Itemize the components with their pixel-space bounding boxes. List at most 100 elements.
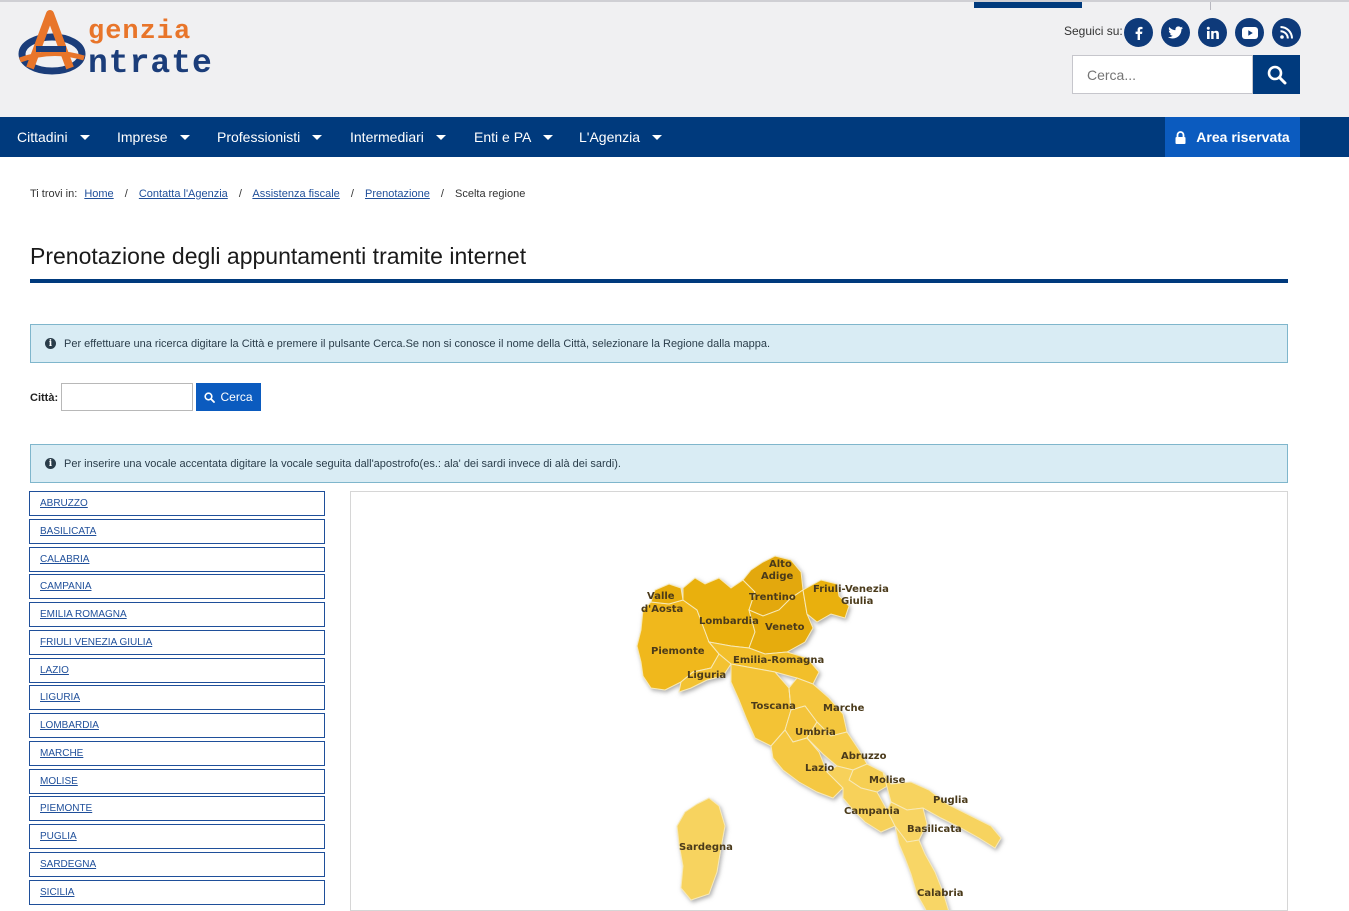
caret-down-icon: [435, 134, 446, 140]
map-label-friuli-2: Giulia: [841, 596, 873, 607]
city-input[interactable]: [61, 383, 193, 411]
title-underline: [30, 279, 1288, 283]
nav-item-label: Enti e PA: [474, 129, 532, 145]
region-item-abruzzo[interactable]: ABRUZZO: [29, 491, 325, 516]
region-item-emilia-romagna[interactable]: EMILIA ROMAGNA: [29, 602, 325, 627]
region-link[interactable]: CALABRIA: [40, 554, 89, 565]
map-label-valle-1: Valle: [647, 591, 675, 602]
region-link[interactable]: MOLISE: [40, 776, 78, 787]
region-link[interactable]: SARDEGNA: [40, 859, 96, 870]
breadcrumb-separator: /: [440, 188, 444, 200]
facebook-icon[interactable]: [1124, 18, 1153, 47]
region-link[interactable]: LOMBARDIA: [40, 720, 99, 731]
map-label-adige: Adige: [761, 571, 793, 582]
nav-item-intermediari[interactable]: Intermediari: [350, 117, 446, 157]
map-label-friuli-1: Friuli-Venezia: [813, 584, 889, 595]
region-item-friuli[interactable]: FRIULI VENEZIA GIULIA: [29, 629, 325, 655]
nav-item-cittadini[interactable]: Cittadini: [17, 117, 90, 157]
breadcrumb-link-prenotazione[interactable]: Prenotazione: [365, 188, 430, 200]
info-icon: i: [45, 458, 56, 469]
info-text: Per effettuare una ricerca digitare la C…: [64, 337, 771, 350]
nav-item-label: Intermediari: [350, 129, 424, 145]
breadcrumb-separator: /: [238, 188, 242, 200]
logo-emblem-icon: [18, 10, 86, 75]
nav-item-label: Professionisti: [217, 129, 301, 145]
top-accent-bar: [974, 2, 1082, 8]
search-icon: [204, 391, 216, 403]
area-riservata-label: Area riservata: [1196, 129, 1290, 145]
top-header: genzia ntrate Seguici su:: [0, 0, 1349, 117]
nav-item-label: Cittadini: [17, 129, 68, 145]
map-label-basilicata: Basilicata: [907, 824, 962, 835]
map-label-trentino: Trentino: [749, 592, 796, 603]
breadcrumb-link-assistenza[interactable]: Assistenza fiscale: [252, 188, 339, 200]
italy-map: Alto Adige Trentino Friuli-Venezia Giuli…: [636, 555, 1002, 910]
breadcrumb: Ti trovi in: Home / Contatta l'Agenzia /…: [30, 188, 525, 200]
region-item-liguria[interactable]: LIGURIA: [29, 685, 325, 711]
region-link[interactable]: FRIULI VENEZIA GIULIA: [40, 637, 152, 648]
map-label-molise: Molise: [869, 775, 906, 786]
agenzia-entrate-logo[interactable]: genzia ntrate: [16, 8, 236, 82]
region-link[interactable]: EMILIA ROMAGNA: [40, 609, 127, 620]
cerca-button[interactable]: Cerca: [196, 383, 261, 411]
region-item-lazio[interactable]: LAZIO: [29, 657, 325, 683]
region-link[interactable]: PUGLIA: [40, 831, 77, 842]
map-label-puglia: Puglia: [933, 795, 968, 806]
region-list: ABRUZZO BASILICATA CALABRIA CAMPANIA EMI…: [29, 491, 325, 907]
map-label-marche: Marche: [823, 703, 865, 714]
map-label-lombardia: Lombardia: [699, 616, 759, 627]
region-link[interactable]: LIGURIA: [40, 692, 80, 703]
region-item-campania[interactable]: CAMPANIA: [29, 574, 325, 600]
map-label-piemonte: Piemonte: [651, 646, 705, 657]
logo-text-entrate: ntrate: [88, 45, 213, 82]
info-box-accents: i Per inserire una vocale accentata digi…: [30, 444, 1288, 483]
region-item-puglia[interactable]: PUGLIA: [29, 824, 325, 849]
breadcrumb-separator: /: [124, 188, 128, 200]
region-link[interactable]: BASILICATA: [40, 526, 96, 537]
twitter-icon[interactable]: [1161, 18, 1190, 47]
nav-item-agenzia[interactable]: L'Agenzia: [579, 117, 663, 157]
region-link[interactable]: LAZIO: [40, 665, 69, 676]
site-search-input[interactable]: [1072, 55, 1253, 94]
map-label-calabria: Calabria: [917, 888, 964, 899]
region-item-molise[interactable]: MOLISE: [29, 768, 325, 794]
nav-item-enti-pa[interactable]: Enti e PA: [474, 117, 554, 157]
rss-icon[interactable]: [1272, 18, 1301, 47]
region-link[interactable]: SICILIA: [40, 887, 74, 898]
caret-down-icon: [79, 134, 90, 140]
map-label-liguria: Liguria: [687, 670, 726, 681]
region-item-sardegna[interactable]: SARDEGNA: [29, 851, 325, 877]
italy-map-panel: Alto Adige Trentino Friuli-Venezia Giuli…: [350, 491, 1288, 911]
region-item-marche[interactable]: MARCHE: [29, 740, 325, 766]
region-item-piemonte[interactable]: PIEMONTE: [29, 796, 325, 822]
region-link[interactable]: PIEMONTE: [40, 803, 92, 814]
city-label: Città:: [30, 392, 59, 404]
nav-item-professionisti[interactable]: Professionisti: [217, 117, 323, 157]
info-text: Per inserire una vocale accentata digita…: [64, 457, 621, 470]
breadcrumb-link-contatta[interactable]: Contatta l'Agenzia: [139, 188, 228, 200]
youtube-icon[interactable]: [1235, 18, 1264, 47]
breadcrumb-link-home[interactable]: Home: [84, 188, 113, 200]
linkedin-icon[interactable]: [1198, 18, 1227, 47]
map-label-campania: Campania: [844, 806, 900, 817]
site-search-button[interactable]: [1253, 55, 1300, 94]
search-icon: [1267, 65, 1286, 84]
caret-down-icon: [312, 134, 323, 140]
breadcrumb-prefix: Ti trovi in:: [30, 188, 78, 200]
region-item-basilicata[interactable]: BASILICATA: [29, 518, 325, 544]
main-nav: Cittadini Imprese Professionisti Interme…: [0, 117, 1349, 157]
region-item-lombardia[interactable]: LOMBARDIA: [29, 713, 325, 738]
area-riservata-button[interactable]: Area riservata: [1165, 117, 1300, 157]
social-icons: [1124, 18, 1301, 47]
map-label-emilia: Emilia-Romagna: [733, 655, 824, 666]
breadcrumb-separator: /: [350, 188, 354, 200]
lock-icon: [1175, 130, 1186, 144]
cerca-label: Cerca: [220, 390, 253, 404]
nav-item-imprese[interactable]: Imprese: [117, 117, 190, 157]
region-link[interactable]: CAMPANIA: [40, 581, 92, 592]
region-link[interactable]: ABRUZZO: [40, 498, 88, 509]
social-label: Seguici su:: [1064, 24, 1123, 38]
region-link[interactable]: MARCHE: [40, 748, 83, 759]
region-item-calabria[interactable]: CALABRIA: [29, 546, 325, 572]
nav-item-label: Imprese: [117, 129, 168, 145]
